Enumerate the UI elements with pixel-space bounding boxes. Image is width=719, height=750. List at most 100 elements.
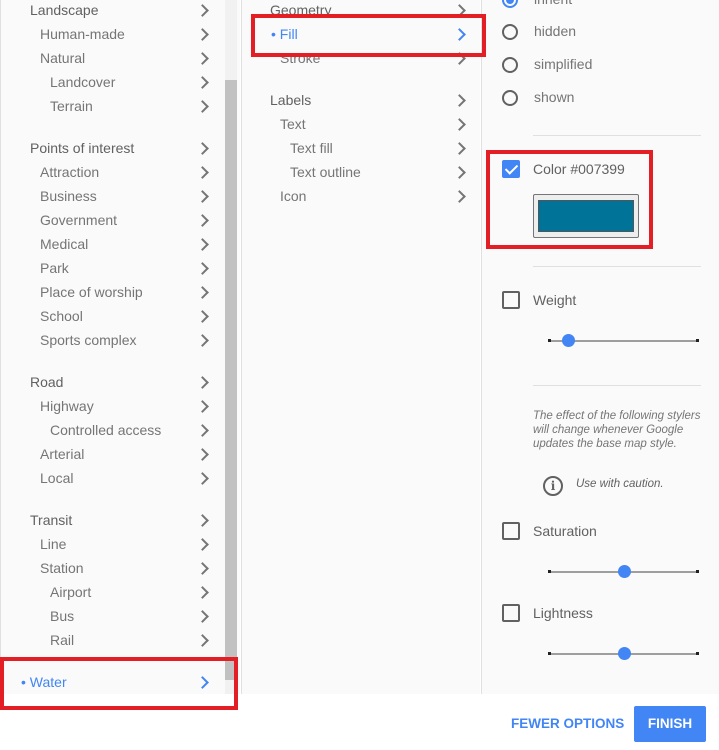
scrollbar[interactable] [225,0,237,694]
chevron-right-icon [198,328,208,352]
fewer-options-button[interactable]: FEWER OPTIONS [511,716,624,731]
item-label: Line [40,536,67,552]
chevron-right-icon [198,280,208,304]
item-label: Bus [50,608,75,624]
item-label: Airport [50,584,92,600]
divider [533,385,701,386]
list-item-stroke[interactable]: Stroke [280,46,465,70]
list-item-natural[interactable]: Natural [40,46,208,70]
list-item-business[interactable]: Business [40,184,208,208]
item-label: Human-made [40,26,125,42]
list-item-local[interactable]: Local [40,466,208,490]
item-label: Local [40,470,74,486]
finish-button[interactable]: FINISH [634,706,706,742]
chevron-right-icon [455,136,465,160]
list-item-transit[interactable]: Transit [30,508,198,532]
saturation-slider[interactable] [548,565,699,578]
chevron-right-icon [198,94,208,118]
radio-hidden[interactable] [502,24,518,40]
item-label: Station [40,560,84,576]
chevron-right-icon [455,0,465,22]
item-label: Labels [270,92,312,108]
lightness-checkbox[interactable] [502,604,520,622]
chevron-right-icon [198,184,208,208]
chevron-right-icon [455,88,465,112]
item-label: Government [40,212,118,228]
info-icon: i [543,476,563,496]
color-checkbox[interactable] [502,160,520,178]
list-item-rail[interactable]: Rail [50,628,218,652]
saturation-checkbox[interactable] [502,522,520,540]
scrollbar-thumb[interactable] [225,80,237,680]
list-item-text[interactable]: Text [280,112,465,136]
radio-shown[interactable] [502,90,518,106]
list-item-labels[interactable]: Labels [270,88,455,112]
item-label: Park [40,260,69,276]
item-label: Road [30,374,64,390]
chevron-right-icon [198,256,208,280]
list-item-landcover[interactable]: Landcover [50,70,218,94]
item-label: Terrain [50,98,93,114]
list-item-fill[interactable]: • Fill [271,22,456,46]
list-item-human-made[interactable]: Human-made [40,22,208,46]
list-item-bus[interactable]: Bus [50,604,218,628]
chevron-right-icon [198,370,208,394]
caution-text: The effect of the following stylers will… [533,410,701,450]
item-label: Highway [40,398,94,414]
item-label: Text outline [290,164,361,180]
list-item-landscape[interactable]: Landscape [30,0,198,22]
list-item-airport[interactable]: Airport [50,580,218,604]
chevron-right-icon [198,160,208,184]
radio-label-shown: shown [534,89,575,105]
list-item-terrain[interactable]: Terrain [50,94,218,118]
list-item-highway[interactable]: Highway [40,394,208,418]
list-item-station[interactable]: Station [40,556,208,580]
chevron-right-icon [198,508,208,532]
list-item-text-outline[interactable]: Text outline [290,160,475,184]
list-item-water[interactable]: • Water [21,670,189,694]
list-item-points-of-interest[interactable]: Points of interest [30,136,198,160]
list-item-icon[interactable]: Icon [280,184,465,208]
list-item-sports-complex[interactable]: Sports complex [40,328,208,352]
radio-inherit[interactable] [502,0,518,8]
list-item-arterial[interactable]: Arterial [40,442,208,466]
item-label: School [40,308,83,324]
item-label: Water [29,674,67,690]
item-label: Geometry [270,2,332,18]
saturation-slider-thumb[interactable] [617,565,631,578]
list-item-controlled-access[interactable]: Controlled access [50,418,218,442]
list-item-text-fill[interactable]: Text fill [290,136,475,160]
item-label: Fill [279,26,298,42]
styler-panel: inherit hidden simplified shown Color #0073… [481,0,719,694]
chevron-right-icon [198,70,208,94]
list-item-government[interactable]: Government [40,208,208,232]
item-label: Text fill [290,140,333,156]
list-item-medical[interactable]: Medical [40,232,208,256]
list-item-place-of-worship[interactable]: Place of worship [40,280,208,304]
item-label: Business [40,188,97,204]
list-item-attraction[interactable]: Attraction [40,160,208,184]
item-label: Medical [40,236,89,252]
item-label: Landscape [30,2,99,18]
list-item-line[interactable]: Line [40,532,208,556]
weight-slider[interactable] [548,334,699,347]
chevron-right-icon [198,442,208,466]
weight-slider-thumb[interactable] [562,334,576,347]
lightness-label: Lightness [533,605,593,621]
color-swatch [538,200,634,232]
list-item-geometry[interactable]: Geometry [270,0,455,22]
radio-simplified[interactable] [502,57,518,73]
chevron-right-icon [455,160,465,184]
chevron-right-icon [198,670,208,694]
color-picker-button[interactable] [533,194,639,238]
lightness-slider-thumb[interactable] [617,647,631,660]
list-item-park[interactable]: Park [40,256,208,280]
radio-label-inherit: inherit [534,0,572,7]
item-label: Icon [280,188,307,204]
lightness-slider[interactable] [548,647,699,660]
saturation-label: Saturation [533,523,597,539]
chevron-right-icon [198,532,208,556]
list-item-school[interactable]: School [40,304,208,328]
weight-checkbox[interactable] [502,291,520,309]
list-item-road[interactable]: Road [30,370,198,394]
